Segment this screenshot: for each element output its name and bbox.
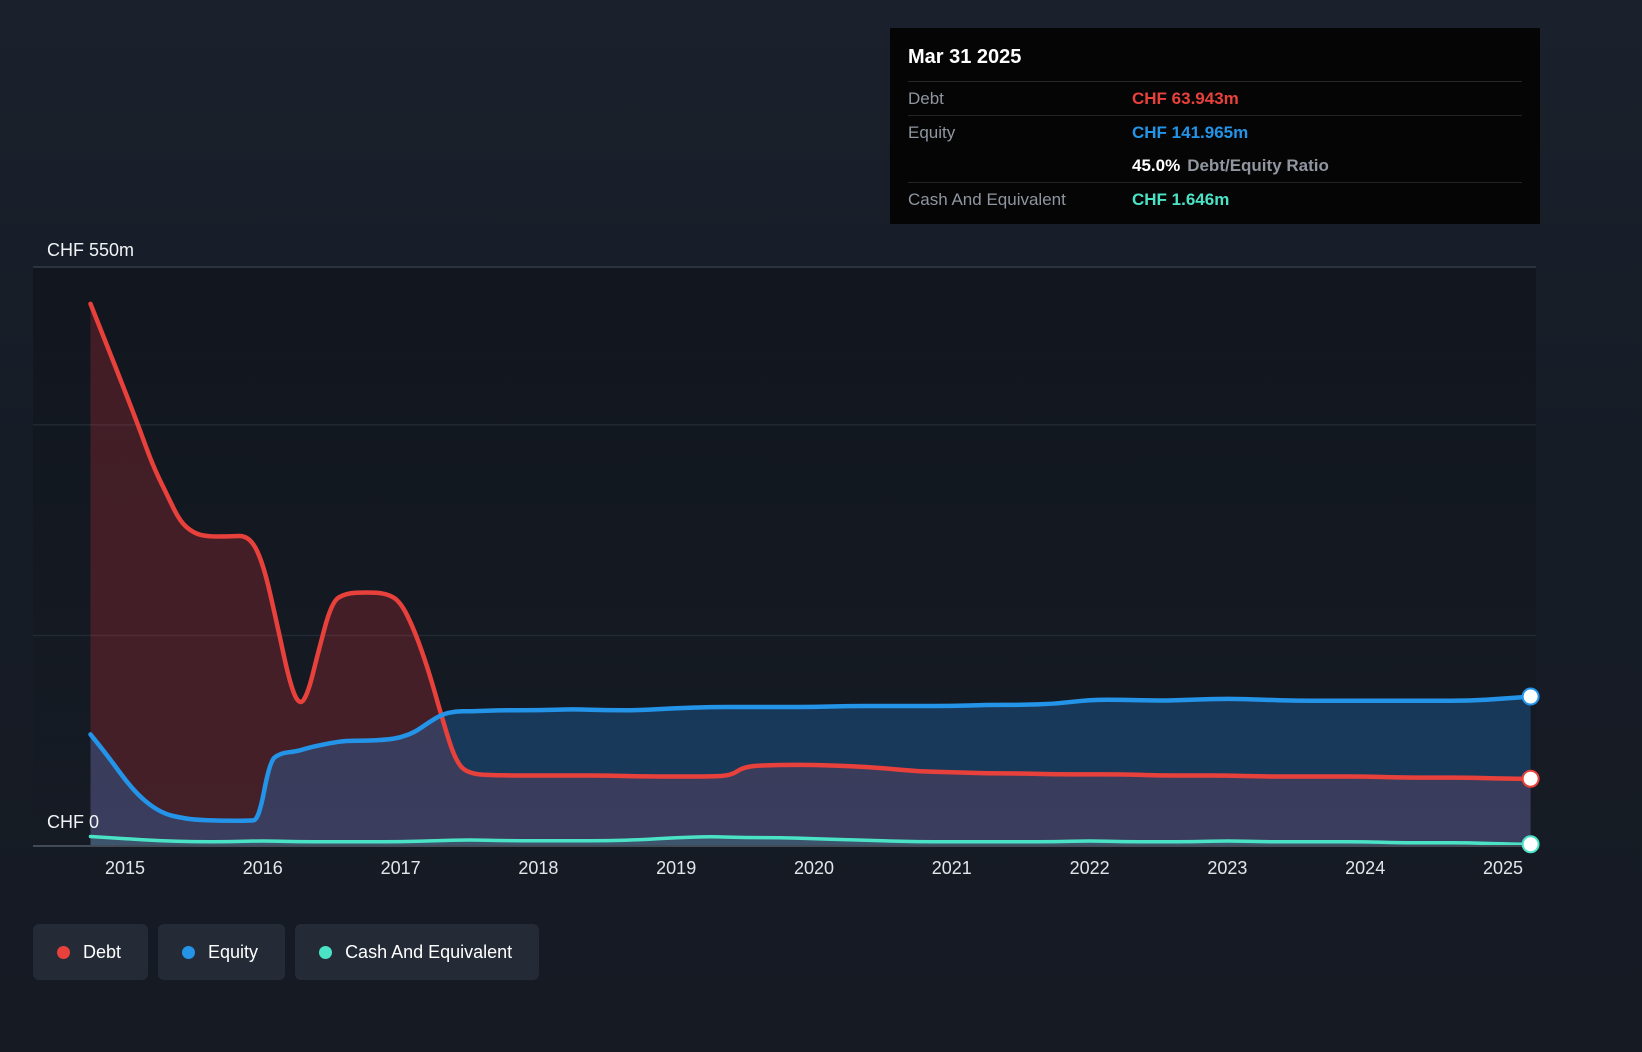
x-axis-tick: 2019 xyxy=(656,858,697,878)
tooltip-debt-value: CHF 63.943m xyxy=(1132,88,1239,108)
equity-color-dot xyxy=(182,945,196,959)
x-axis-tick: 2023 xyxy=(1207,858,1248,878)
debt-equity-history-chart: CHF 550m CHF 0 2015 2016 2017 2018 2019 2020 2… xyxy=(0,0,1642,1052)
legend-item-debt[interactable]: Debt xyxy=(33,924,149,980)
x-axis-tick: 2024 xyxy=(1345,858,1386,878)
tooltip-debt-row: Debt CHF 63.943m xyxy=(908,82,1522,116)
legend-label-cash: Cash And Equivalent xyxy=(345,941,513,962)
tooltip-cash-label: Cash And Equivalent xyxy=(908,189,1066,209)
tooltip-ratio-label: Debt/Equity Ratio xyxy=(1187,155,1329,175)
tooltip-equity-label: Equity xyxy=(908,122,956,142)
x-axis-tick: 2020 xyxy=(793,858,835,878)
x-axis-tick: 2016 xyxy=(242,858,283,878)
tooltip-cash-row: Cash And Equivalent CHF 1.646m xyxy=(908,183,1522,216)
tooltip-debt-label: Debt xyxy=(908,88,944,108)
tooltip-ratio-row: 45.0% Debt/Equity Ratio xyxy=(908,149,1522,183)
legend-label-equity: Equity xyxy=(208,941,259,962)
legend: Debt Equity Cash And Equivalent xyxy=(33,924,540,980)
legend-item-equity[interactable]: Equity xyxy=(158,924,286,980)
tooltip-equity-value: CHF 141.965m xyxy=(1132,122,1249,142)
tooltip-date: Mar 31 2025 xyxy=(908,38,1522,82)
tooltip-ratio: 45.0% Debt/Equity Ratio xyxy=(1132,156,1329,176)
x-axis-tick: 2021 xyxy=(931,858,972,878)
legend-label-debt: Debt xyxy=(83,941,122,962)
tooltip-cash-value: CHF 1.646m xyxy=(1132,189,1230,209)
cash-color-dot xyxy=(319,945,333,959)
y-axis-max-label: CHF 550m xyxy=(47,240,135,260)
x-axis-tick: 2025 xyxy=(1482,858,1524,878)
x-axis-tick: 2015 xyxy=(104,858,146,878)
legend-item-cash[interactable]: Cash And Equivalent xyxy=(295,924,540,980)
chart-tooltip: Mar 31 2025 Debt CHF 63.943m Equity CHF … xyxy=(890,28,1540,224)
tooltip-ratio-value: 45.0% xyxy=(1132,155,1181,175)
y-axis-zero-label: CHF 0 xyxy=(47,812,100,832)
debt-color-dot xyxy=(57,945,70,959)
x-axis-tick: 2018 xyxy=(518,858,559,878)
x-axis-tick: 2022 xyxy=(1069,858,1110,878)
x-axis-tick: 2017 xyxy=(380,858,421,878)
tooltip-equity-row: Equity CHF 141.965m xyxy=(908,116,1522,149)
